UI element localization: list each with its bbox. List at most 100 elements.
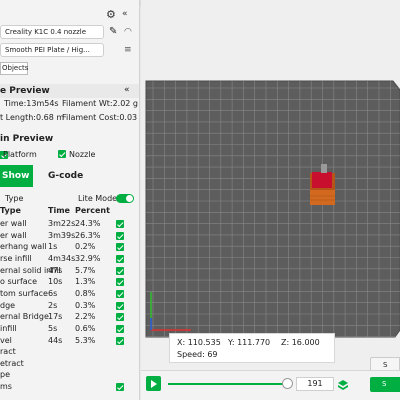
line-type-time: 10s [48,277,63,286]
line-type-percent: 32.9% [75,254,101,263]
tab-show[interactable]: Show [0,165,33,187]
line-type-time: 6s [48,289,58,298]
y-coordinate: Y: 111.770 [228,338,271,347]
table-row[interactable]: ract [0,347,139,358]
line-type-name: erhang wall [0,242,47,251]
play-button[interactable] [146,376,161,391]
layers-icon[interactable] [338,377,348,390]
table-row[interactable]: ernal Bridge 17s 2.2% [0,312,139,323]
main-preview-heading: in Preview [0,134,54,144]
slice-button-bottom-label: S [382,380,387,388]
plate-name: Smooth PEI Plate / Hig... [5,46,90,54]
line-type-checkbox[interactable] [116,302,124,310]
line-type-time: 17s [48,312,63,321]
line-type-name: dge [0,301,16,310]
speed-readout: Speed: 69 [177,350,218,359]
gear-icon[interactable]: ⚙ [106,9,116,20]
x-coordinate: X: 110.535 [177,338,221,347]
line-type-checkbox[interactable] [116,278,124,286]
line-type-name: etract [0,359,24,368]
collapse-icon[interactable]: « [122,9,128,20]
line-type-checkbox[interactable] [116,337,124,345]
filament-length: t Length:0.68 m [0,113,65,122]
collapse-preview-icon[interactable]: « [124,85,130,96]
line-type-time: 2s [48,301,58,310]
line-type-checkbox[interactable] [116,290,124,298]
line-type-checkbox[interactable] [116,267,124,275]
line-type-checkbox[interactable] [116,220,124,228]
line-type-percent: 1.3% [75,277,96,286]
layer-slider-track[interactable] [168,383,292,385]
wifi-icon[interactable]: ◠ [124,26,132,38]
lite-mode-label: Lite Mode [78,194,118,203]
line-type-percent: 2.2% [75,312,96,321]
line-type-time: 1s [48,242,58,251]
line-type-name: tom surface [0,289,48,298]
table-row[interactable]: ernal solid infill 47s 5.7% [0,266,139,277]
nozzle-checkbox[interactable] [58,150,66,158]
col-percent-header: Percent [75,206,110,215]
edit-icon[interactable]: ✎ [109,26,117,38]
preview-heading: e Preview [0,86,50,96]
line-type-checkbox[interactable] [116,383,124,391]
position-readout: X: 110.535 Y: 111.770 Z: 16.000 Speed: 6… [169,333,335,363]
time-estimate: Time:13m54s [4,99,59,108]
build-plate [145,80,400,338]
line-type-percent: 26.3% [75,231,101,240]
line-type-percent: 5.7% [75,266,96,275]
tab-show-label: Show [2,171,30,181]
objects-tab-label: Objects [2,64,29,72]
line-type-checkbox[interactable] [116,232,124,240]
z-coordinate: Z: 16.000 [281,338,320,347]
table-row[interactable]: tom surface 6s 0.8% [0,289,139,300]
filament-cost: Filament Cost:0.03 [62,113,138,122]
table-row[interactable]: vel 44s 5.3% [0,336,139,347]
printer-name: Creality K1C 0.4 nozzle [5,28,87,36]
line-type-percent: 5.3% [75,336,96,345]
line-type-time: 47s [48,266,63,275]
line-type-name: o surface [0,277,38,286]
plate-select[interactable]: Smooth PEI Plate / Hig... [0,43,104,57]
table-row[interactable]: pe [0,370,139,381]
layer-slider-handle[interactable] [282,378,293,389]
left-panel: ⚙ « Creality K1C 0.4 nozzle ✎ ◠ Smooth P… [0,0,140,400]
line-type-time: 44s [48,336,63,345]
lite-mode-toggle[interactable] [116,194,134,203]
line-type-percent: 24.3% [75,219,101,228]
line-type-checkbox[interactable] [116,325,124,333]
table-row[interactable]: dge 2s 0.3% [0,301,139,312]
settings-icon[interactable]: ≡ [124,44,132,56]
line-type-checkbox[interactable] [116,243,124,251]
line-type-percent: 0.8% [75,289,96,298]
line-type-time: 4m34s [48,254,76,263]
line-type-checkbox[interactable] [116,255,124,263]
objects-tab[interactable]: Objects [0,62,28,75]
layer-number: 191 [307,379,323,388]
line-type-label: Type [5,194,24,203]
printer-select[interactable]: Creality K1C 0.4 nozzle [0,25,104,39]
table-row[interactable]: erhang wall 1s 0.2% [0,242,139,253]
tab-gcode[interactable]: G-code [48,171,83,181]
bottom-bar [141,370,400,400]
slice-button-bottom[interactable]: S [370,377,400,392]
col-type-header: Type [0,206,21,215]
line-type-time: 5s [48,324,58,333]
table-row[interactable]: er wall 3m22s 24.3% [0,219,139,230]
line-type-name: er wall [0,219,27,228]
line-type-percent: 0.3% [75,301,96,310]
table-row[interactable]: rse infill 4m34s 32.9% [0,254,139,265]
table-row[interactable]: o surface 10s 1.3% [0,277,139,288]
line-type-time: 3m39s [48,231,76,240]
line-type-name: pe [0,370,10,379]
line-type-time: 3m22s [48,219,76,228]
table-row[interactable]: er wall 3m39s 26.3% [0,231,139,242]
filament-weight: Filament Wt:2.02 g [62,99,139,108]
line-type-name: ms [0,382,12,391]
layer-number-input[interactable]: 191 [296,377,334,391]
table-row[interactable]: ms [0,382,139,393]
table-row[interactable]: etract [0,359,139,370]
line-type-name: er wall [0,231,27,240]
line-type-checkbox[interactable] [116,313,124,321]
table-row[interactable]: infill 5s 0.6% [0,324,139,335]
line-type-percent: 0.2% [75,242,96,251]
